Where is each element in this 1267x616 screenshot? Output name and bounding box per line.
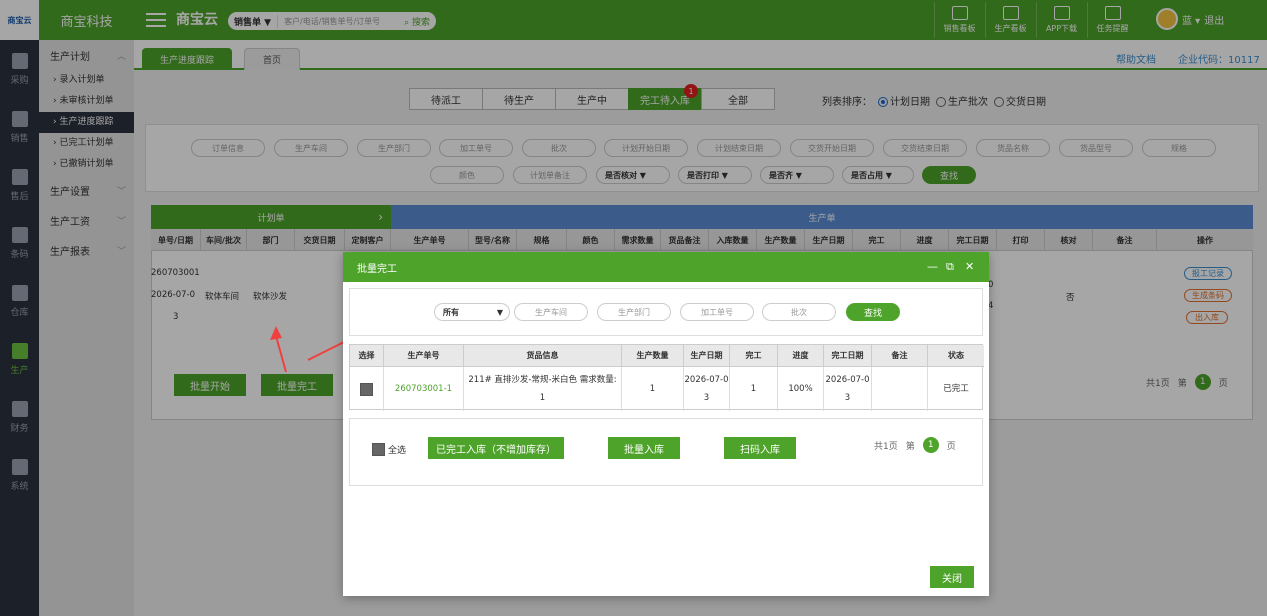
dialog-select-all[interactable]: 所有 ▼ bbox=[434, 303, 510, 321]
close-button[interactable]: 关闭 bbox=[930, 566, 974, 588]
mcol-date: 生产日期 bbox=[684, 345, 730, 367]
bulk-stock-in-button[interactable]: 批量入库 bbox=[608, 437, 680, 459]
arrow-line-1 bbox=[275, 335, 287, 373]
mcol-done-date: 完工日期 bbox=[824, 345, 872, 367]
dialog-header: 批量完工 bbox=[343, 252, 989, 282]
row-note bbox=[872, 367, 928, 411]
row-qty: 1 bbox=[622, 367, 684, 411]
mcol-progress: 进度 bbox=[778, 345, 824, 367]
dialog-filter: 所有 ▼ 生产车间 生产部门 加工单号 批次 查找 bbox=[349, 288, 983, 336]
mcol-status: 状态 bbox=[928, 345, 984, 367]
caret-down-icon: ▼ bbox=[496, 307, 503, 317]
row-date: 2026-07-0 3 bbox=[684, 367, 730, 411]
row-checkbox[interactable] bbox=[350, 367, 384, 411]
mcol-info: 货品信息 bbox=[464, 345, 622, 367]
minimize-icon[interactable]: — bbox=[927, 260, 938, 273]
page-number[interactable]: 1 bbox=[922, 437, 939, 453]
bulk-complete-dialog: 批量完工 — ⧉ ✕ 所有 ▼ 生产车间 生产部门 加工单号 批次 查找 选择 生… bbox=[343, 252, 989, 596]
dialog-pager: 共1页第 1 页 bbox=[874, 437, 956, 453]
scan-stock-in-button[interactable]: 扫码入库 bbox=[724, 437, 796, 459]
complete-stock-in-button[interactable]: 已完工入库（不增加库存） bbox=[428, 437, 564, 459]
dialog-table: 选择 生产单号 货品信息 生产数量 生产日期 完工 进度 完工日期 备注 状态 … bbox=[349, 344, 984, 411]
maximize-icon[interactable]: ⧉ bbox=[946, 260, 954, 274]
row-done: 1 bbox=[730, 367, 778, 411]
mcol-select: 选择 bbox=[350, 345, 384, 367]
mcol-note: 备注 bbox=[872, 345, 928, 367]
close-icon[interactable]: ✕ bbox=[965, 260, 974, 273]
row-info: 211# 直排沙发-常规-米白色 需求数量: 1 bbox=[464, 367, 622, 411]
dialog-filter-order[interactable]: 加工单号 bbox=[680, 303, 754, 321]
mcol-qty: 生产数量 bbox=[622, 345, 684, 367]
arrow-head-1 bbox=[270, 326, 282, 340]
row-prod-no[interactable]: 260703001-1 bbox=[384, 367, 464, 411]
dialog-filter-dept[interactable]: 生产部门 bbox=[597, 303, 671, 321]
dialog-filter-batch[interactable]: 批次 bbox=[762, 303, 836, 321]
checkbox-icon bbox=[360, 382, 373, 396]
row-progress: 100% bbox=[778, 367, 824, 411]
dialog-filter-workshop[interactable]: 生产车间 bbox=[514, 303, 588, 321]
row-done-date: 2026-07-0 3 bbox=[824, 367, 872, 411]
mcol-prod-no: 生产单号 bbox=[384, 345, 464, 367]
dialog-actions: 全选 已完工入库（不增加库存） 批量入库 扫码入库 共1页第 1 页 bbox=[349, 418, 983, 486]
mcol-done: 完工 bbox=[730, 345, 778, 367]
checkbox-icon bbox=[372, 443, 385, 456]
row-status: 已完工 bbox=[943, 384, 969, 394]
select-all-checkbox[interactable]: 全选 bbox=[372, 443, 406, 456]
dialog-search-button[interactable]: 查找 bbox=[846, 303, 900, 321]
